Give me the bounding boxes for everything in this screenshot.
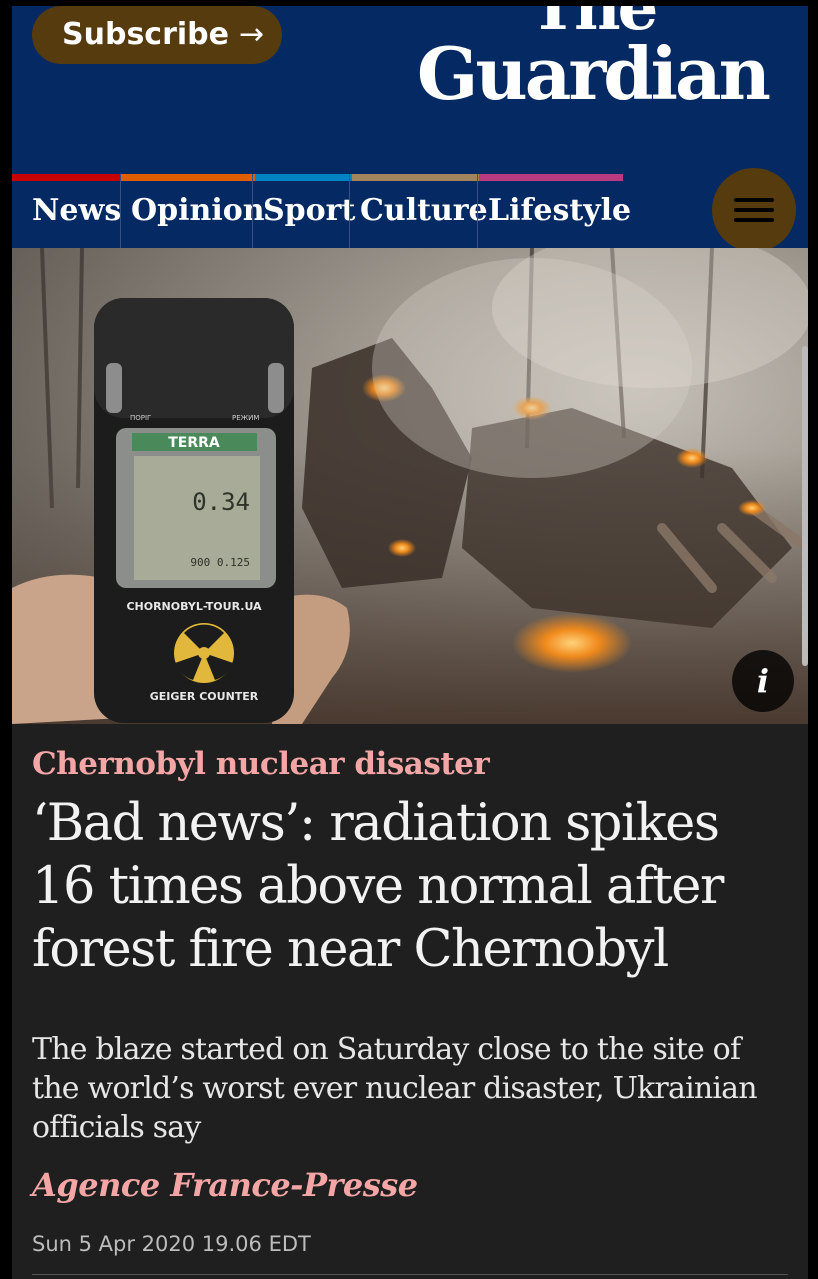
article-page: Subscribe → The Guardian News Opinion Spo…	[12, 6, 808, 1279]
logo-line-guardian: Guardian	[416, 31, 771, 116]
masthead: Subscribe → The Guardian	[12, 6, 808, 174]
device-reading-sub: 900 0.125	[190, 556, 250, 569]
scroll-handle[interactable]	[802, 346, 808, 666]
hamburger-icon-bar	[734, 208, 774, 212]
hamburger-icon-bar	[734, 218, 774, 222]
pillar-news[interactable]: News	[22, 174, 121, 248]
menu-button[interactable]	[712, 168, 796, 252]
device-brand: TERRA	[168, 435, 220, 451]
pillar-lifestyle[interactable]: Lifestyle	[477, 174, 631, 248]
article-standfirst: The blaze started on Saturday close to t…	[32, 1032, 758, 1145]
forest-fire-photo: ПОРІГ РЕЖИМ TERRA 0.34 900 0.125 CHORNOB…	[12, 248, 808, 724]
article-kicker[interactable]: Chernobyl nuclear disaster	[32, 746, 490, 782]
device-button-right: РЕЖИМ	[232, 414, 259, 422]
divider	[32, 1274, 788, 1275]
pillar-opinion[interactable]: Opinion	[120, 174, 265, 248]
arrow-right-icon: →	[238, 17, 265, 52]
pillar-sport[interactable]: Sport	[252, 174, 355, 248]
device-button-left: ПОРІГ	[130, 414, 151, 422]
guardian-logo[interactable]: The Guardian	[416, 6, 771, 116]
geiger-counter: ПОРІГ РЕЖИМ TERRA 0.34 900 0.125 CHORNOB…	[94, 298, 294, 723]
pillar-nav: News Opinion Sport Culture Lifestyle	[12, 168, 808, 252]
hero-image[interactable]: ПОРІГ РЕЖИМ TERRA 0.34 900 0.125 CHORNOB…	[12, 248, 808, 724]
subscribe-button[interactable]: Subscribe →	[32, 6, 282, 64]
image-info-button[interactable]: i	[732, 650, 794, 712]
subscribe-label: Subscribe	[62, 17, 229, 52]
article-dateline: Sun 5 Apr 2020 19.06 EDT	[32, 1232, 311, 1256]
article-headline: ‘Bad news’: radiation spikes 16 times ab…	[32, 794, 724, 979]
hamburger-icon	[734, 198, 774, 202]
pillar-culture[interactable]: Culture	[349, 174, 488, 248]
device-site: CHORNOBYL-TOUR.UA	[126, 600, 262, 613]
device-label: GEIGER COUNTER	[150, 690, 259, 703]
device-reading: 0.34	[192, 488, 250, 516]
article-byline[interactable]: Agence France-Presse	[32, 1166, 418, 1204]
